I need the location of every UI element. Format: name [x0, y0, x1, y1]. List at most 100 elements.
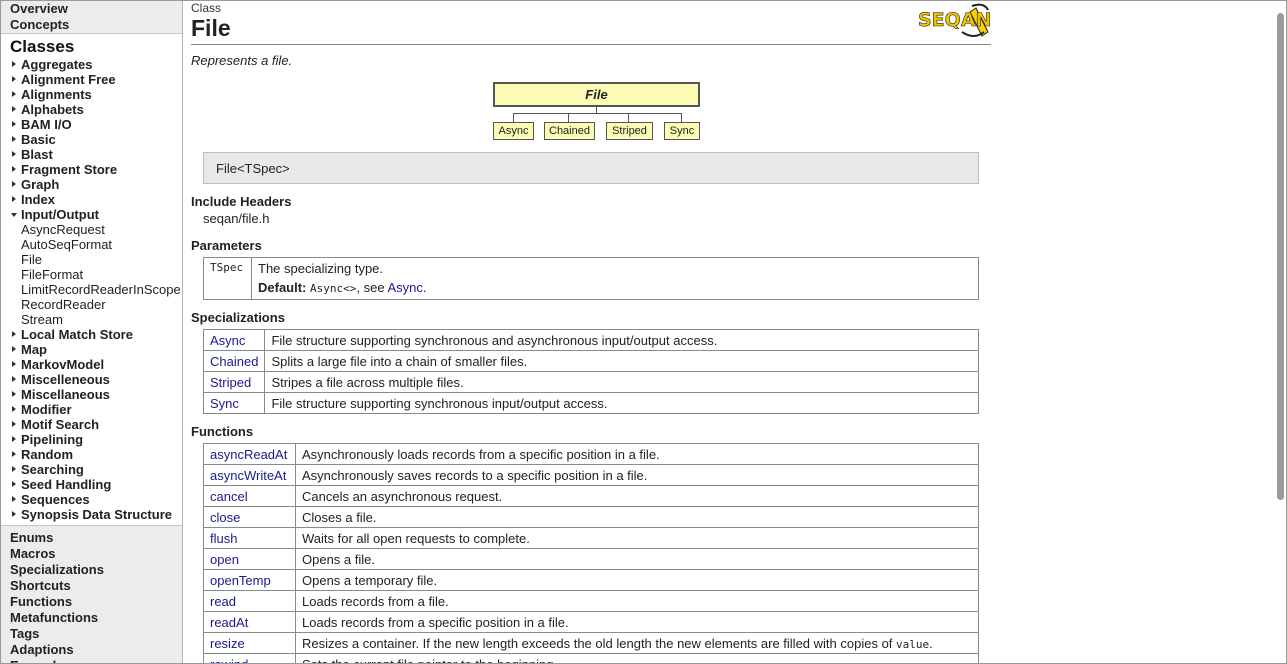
- entry-link-async[interactable]: Async: [202, 329, 266, 351]
- entry-link-sync[interactable]: Sync: [202, 392, 266, 414]
- title-divider: [191, 44, 991, 45]
- sidebar-category-synopsis-data-structure[interactable]: Synopsis Data Structure: [1, 507, 182, 522]
- entry-link-flush[interactable]: flush: [203, 527, 296, 549]
- triangle-right-icon: [12, 436, 16, 442]
- sidebar-category-pipelining[interactable]: Pipelining: [1, 432, 182, 447]
- triangle-right-icon: [12, 181, 16, 187]
- sidebar-category-map[interactable]: Map: [1, 342, 182, 357]
- entry-link-asyncwriteat[interactable]: asyncWriteAt: [203, 464, 296, 486]
- sidebar-item-file[interactable]: File: [1, 252, 182, 267]
- table-row: Striped Stripes a file across multiple fi…: [202, 371, 979, 393]
- entry-desc-cell: Opens a temporary file.: [295, 569, 979, 591]
- sidebar-category-aggregates[interactable]: Aggregates: [1, 57, 182, 72]
- sidebar-item-asyncrequest[interactable]: AsyncRequest: [1, 222, 182, 237]
- entry-desc-cell: Splits a large file into a chain of smal…: [264, 350, 979, 372]
- param-default-link[interactable]: Async: [387, 280, 422, 295]
- sidebar-category-alphabets[interactable]: Alphabets: [1, 102, 182, 117]
- sidebar-category-bam-i-o[interactable]: BAM I/O: [1, 117, 182, 132]
- sidebar-link-concepts[interactable]: Concepts: [10, 17, 182, 33]
- functions-table: asyncReadAt Asynchronously loads records …: [203, 443, 979, 663]
- sidebar-link-tags[interactable]: Tags: [10, 626, 182, 642]
- sidebar-link-specializations[interactable]: Specializations: [10, 562, 182, 578]
- sidebar-category-searching[interactable]: Searching: [1, 462, 182, 477]
- sidebar-link-overview[interactable]: Overview: [10, 1, 182, 17]
- triangle-right-icon: [12, 391, 16, 397]
- seqan-logo[interactable]: SEQAN: [918, 2, 990, 40]
- sidebar-link-functions[interactable]: Functions: [10, 594, 182, 610]
- entry-link-chained[interactable]: Chained: [202, 350, 266, 372]
- entry-desc-cell: Sets the current file pointer to the beg…: [295, 653, 979, 663]
- entry-desc: Stripes a file across multiple files.: [271, 374, 464, 390]
- sidebar-category-label: Index: [21, 192, 55, 207]
- sidebar-category-label: Pipelining: [21, 432, 84, 447]
- entry-link-striped[interactable]: Striped: [202, 371, 266, 393]
- sidebar-item-stream[interactable]: Stream: [1, 312, 182, 327]
- sidebar-category-label: Input/Output: [21, 207, 99, 222]
- entry-link-read[interactable]: read: [203, 590, 296, 612]
- diagram-node-chained[interactable]: Chained: [544, 122, 595, 140]
- sidebar-link-enums[interactable]: Enums: [10, 530, 182, 546]
- entry-desc-cell: Asynchronously loads records from a spec…: [295, 443, 979, 465]
- sidebar-category-alignments[interactable]: Alignments: [1, 87, 182, 102]
- sidebar-category-seed-handling[interactable]: Seed Handling: [1, 477, 182, 492]
- sidebar-category-label: MarkovModel: [21, 357, 105, 372]
- sidebar-category-label: Synopsis Data Structure: [21, 507, 172, 522]
- sidebar-category-blast[interactable]: Blast: [1, 147, 182, 162]
- diagram-node-sync[interactable]: Sync: [664, 122, 700, 140]
- sidebar-category-label: Motif Search: [21, 417, 100, 432]
- sidebar-link-metafunctions[interactable]: Metafunctions: [10, 610, 182, 626]
- entry-link-open[interactable]: open: [203, 548, 296, 570]
- sidebar-category-local-match-store[interactable]: Local Match Store: [1, 327, 182, 342]
- entry-desc-cell: Loads records from a file.: [295, 590, 979, 612]
- entry-desc: Asynchronously loads records from a spec…: [302, 446, 660, 462]
- sidebar-category-random[interactable]: Random: [1, 447, 182, 462]
- triangle-right-icon: [12, 376, 16, 382]
- table-row: Async File structure supporting synchrono…: [202, 329, 979, 351]
- entry-desc-cell: File structure supporting synchronous in…: [264, 392, 979, 414]
- sidebar-link-shortcuts[interactable]: Shortcuts: [10, 578, 182, 594]
- sidebar-item-autoseqformat[interactable]: AutoSeqFormat: [1, 237, 182, 252]
- diagram-node-async[interactable]: Async: [493, 122, 534, 140]
- sidebar-category-basic[interactable]: Basic: [1, 132, 182, 147]
- sidebar-link-adaptions[interactable]: Adaptions: [10, 642, 182, 658]
- triangle-right-icon: [12, 496, 16, 502]
- table-row: openTemp Opens a temporary file.: [203, 569, 979, 591]
- sidebar-category-input-output[interactable]: Input/Output: [1, 207, 182, 222]
- sidebar-open-items: AsyncRequest AutoSeqFormat File FileFormat L…: [1, 222, 182, 327]
- sidebar-category-sequences[interactable]: Sequences: [1, 492, 182, 507]
- triangle-right-icon: [12, 331, 16, 337]
- sidebar-link-examples[interactable]: Examples: [10, 658, 182, 663]
- entry-link-asyncreadat[interactable]: asyncReadAt: [203, 443, 296, 465]
- entry-link-close[interactable]: close: [203, 506, 296, 528]
- sidebar-bottom-box: Enums Macros Specializations Shortcuts Funct…: [1, 525, 182, 663]
- diagram-node-striped[interactable]: Striped: [606, 122, 653, 140]
- sidebar-category-miscellaneous[interactable]: Miscellaneous: [1, 387, 182, 402]
- diagram-connector: [628, 113, 629, 122]
- entry-link-cancel[interactable]: cancel: [203, 485, 296, 507]
- table-row: cancel Cancels an asynchronous request.: [203, 485, 979, 507]
- vertical-scrollbar-thumb[interactable]: [1277, 13, 1284, 500]
- sidebar-item-recordreader[interactable]: RecordReader: [1, 297, 182, 312]
- sidebar-category-modifier[interactable]: Modifier: [1, 402, 182, 417]
- sidebar-category-index[interactable]: Index: [1, 192, 182, 207]
- class-brief: Represents a file.: [191, 53, 293, 68]
- sidebar-category-alignment-free[interactable]: Alignment Free: [1, 72, 182, 87]
- sidebar-category-label: Modifier: [21, 402, 72, 417]
- sidebar-category-graph[interactable]: Graph: [1, 177, 182, 192]
- diagram-connector: [681, 113, 682, 122]
- sidebar-category-markovmodel[interactable]: MarkovModel: [1, 357, 182, 372]
- sidebar-item-fileformat[interactable]: FileFormat: [1, 267, 182, 282]
- sidebar-category-label: Local Match Store: [21, 327, 133, 342]
- entry-link-resize[interactable]: resize: [203, 632, 296, 654]
- sidebar-category-fragment-store[interactable]: Fragment Store: [1, 162, 182, 177]
- entry-desc-cell: Resizes a container. If the new length e…: [295, 632, 979, 654]
- entry-link-rewind[interactable]: rewind: [203, 653, 296, 663]
- sidebar-item-limitrecordreaderinscope[interactable]: LimitRecordReaderInScope: [1, 282, 182, 297]
- triangle-right-icon: [12, 511, 16, 517]
- entry-link-readat[interactable]: readAt: [203, 611, 296, 633]
- sidebar-category-miscelleneous[interactable]: Miscelleneous: [1, 372, 182, 387]
- diagram-root-node[interactable]: File: [493, 82, 700, 107]
- entry-link-opentemp[interactable]: openTemp: [203, 569, 296, 591]
- sidebar-link-macros[interactable]: Macros: [10, 546, 182, 562]
- sidebar-category-motif-search[interactable]: Motif Search: [1, 417, 182, 432]
